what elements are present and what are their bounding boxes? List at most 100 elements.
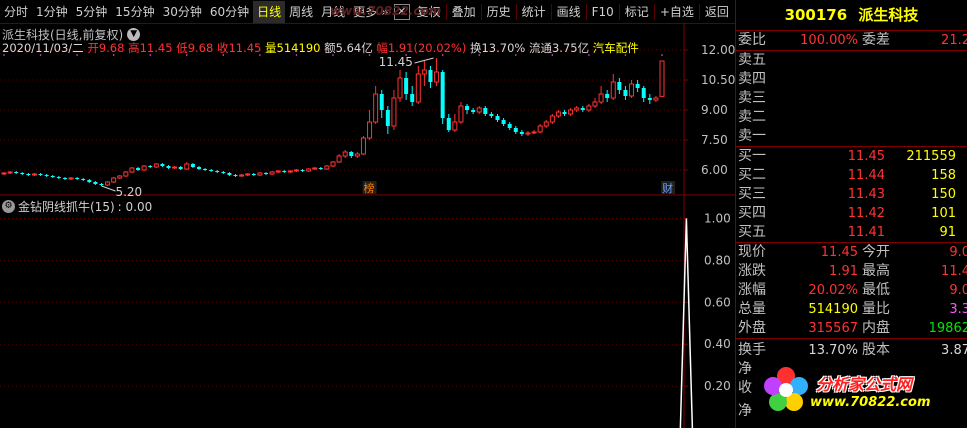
- marker-cai: 财: [662, 181, 673, 195]
- candle-body: [385, 110, 390, 126]
- candle-body: [178, 167, 183, 169]
- stat-row: 外盘 315567 内盘 19862: [736, 319, 967, 338]
- indicator-tick-label: 0.40: [704, 337, 731, 351]
- candle-body: [562, 112, 567, 114]
- candle-body: [471, 110, 476, 112]
- candle-body: [434, 71, 440, 83]
- toolbar-button-1[interactable]: 叠加: [448, 1, 480, 23]
- kline-chart[interactable]: 12.00 10.50 9.00 7.50 6.00 11.45 5.20 榜 财 1.00 0.8…: [0, 24, 735, 428]
- ohlc-info-line: 2020/11/03/二 开9.68 高11.45 低9.68 收11.45 量…: [2, 40, 639, 56]
- extra-label-3: 净: [738, 403, 752, 419]
- toolbar-watermark: www.70822.com: [330, 4, 442, 18]
- candle-body: [379, 94, 384, 110]
- candle-body: [166, 166, 171, 168]
- period-tab-4[interactable]: 30分钟: [159, 1, 206, 23]
- candle-body: [623, 90, 628, 96]
- indicator-tick-label: 0.60: [704, 295, 731, 309]
- candle-body: [141, 165, 147, 171]
- indicator-name: 金钻阴线抓牛(15): [18, 200, 115, 214]
- candle-body: [160, 164, 165, 166]
- indicator-title: ⚙ 金钻阴线抓牛(15) : 0.00: [2, 198, 152, 215]
- watermark-url: www.70822.com: [810, 395, 931, 410]
- candle-body: [62, 178, 67, 179]
- period-tab-3[interactable]: 15分钟: [111, 1, 158, 23]
- candle-body: [68, 177, 74, 180]
- buy-level-price: 11.44: [847, 168, 885, 183]
- buy-level-row[interactable]: 买五 11.41 91: [736, 223, 967, 242]
- buy-level-row[interactable]: 买四 11.42 101: [736, 204, 967, 223]
- sell-level-row[interactable]: 卖三: [736, 89, 967, 108]
- stat-row: 现价 11.45 今开 9.0: [736, 243, 967, 262]
- candle-body: [391, 97, 397, 127]
- close-label: 收: [216, 41, 229, 55]
- buy-level-vol: 91: [939, 225, 956, 240]
- period-tab-5[interactable]: 60分钟: [206, 1, 253, 23]
- toolbar-button-6[interactable]: 标记: [621, 1, 653, 23]
- candle-body: [105, 181, 111, 186]
- period-tab-6[interactable]: 日线: [253, 0, 286, 23]
- toolbar-button-2[interactable]: 历史: [483, 1, 515, 23]
- candle-body: [93, 182, 98, 184]
- buy-level-row[interactable]: 买一 11.45 211559: [736, 147, 967, 166]
- candle-body: [476, 107, 482, 113]
- sector-tag[interactable]: 汽车配件: [593, 41, 639, 55]
- stat-label-2: 最低: [862, 282, 890, 298]
- candle-body: [507, 124, 512, 128]
- toolbar-button-3[interactable]: 统计: [518, 1, 550, 23]
- candle-body: [123, 171, 129, 177]
- candle-body: [610, 81, 616, 99]
- close-value: 11.45: [228, 41, 262, 55]
- candle-body: [190, 164, 195, 167]
- stat-value-2: 9.0: [949, 245, 967, 260]
- period-tab-2[interactable]: 5分钟: [72, 1, 112, 23]
- shares-value: 3.87: [941, 343, 967, 358]
- low-annotation-label: 5.20: [115, 185, 142, 199]
- toolbar-button-7[interactable]: +自选: [656, 1, 698, 23]
- candle-body: [300, 170, 305, 171]
- period-tab-7[interactable]: 周线: [285, 1, 317, 23]
- candle-body: [282, 171, 287, 172]
- stat-value: 11.45: [820, 245, 858, 260]
- candle-body: [257, 172, 263, 176]
- period-tab-1[interactable]: 1分钟: [32, 1, 72, 23]
- sell-level-row[interactable]: 卖二: [736, 108, 967, 127]
- extra-label-2: 收: [738, 380, 752, 396]
- shares-label: 股本: [862, 342, 890, 358]
- sell-level-row[interactable]: 卖一: [736, 127, 967, 146]
- weibi-value: 100.00%: [800, 33, 858, 48]
- candle-body: [136, 168, 141, 170]
- stat-value-2: 19862: [928, 321, 967, 336]
- candle-body: [26, 174, 31, 175]
- gear-icon[interactable]: ⚙: [2, 200, 15, 213]
- stat-label-2: 量比: [862, 301, 890, 317]
- sell-level-row[interactable]: 卖五: [736, 51, 967, 70]
- buy-level-label: 买四: [738, 205, 766, 221]
- stat-value-2: 9.0: [949, 283, 967, 298]
- candle-body: [263, 173, 268, 174]
- stat-value-2: 11.4: [941, 264, 967, 279]
- marker-dot: [661, 54, 663, 56]
- candle-body: [239, 174, 245, 177]
- turnover-label: 换手: [738, 342, 766, 358]
- buy-level-vol: 101: [931, 206, 956, 221]
- toolbar-button-8[interactable]: 返回: [701, 1, 733, 23]
- buy-level-label: 买三: [738, 186, 766, 202]
- candle-body: [215, 171, 220, 172]
- amount-value: 5.64亿: [335, 41, 373, 55]
- candle-body: [531, 131, 537, 134]
- candle-body: [555, 111, 561, 117]
- buy-level-row[interactable]: 买二 11.44 158: [736, 166, 967, 185]
- toolbar-button-5[interactable]: F10: [588, 1, 618, 23]
- sell-level-row[interactable]: 卖四: [736, 70, 967, 89]
- candle-body: [287, 170, 293, 173]
- price-tick-label: 9.00: [701, 103, 728, 117]
- candle-body: [360, 137, 366, 155]
- buy-level-row[interactable]: 买三 11.43 150: [736, 185, 967, 204]
- toolbar-button-4[interactable]: 画线: [553, 1, 585, 23]
- candle-body: [641, 88, 646, 98]
- stat-label-2: 最高: [862, 263, 890, 279]
- weibi-row: 委比 100.00% 委差 21.2: [736, 31, 967, 50]
- candle-body: [452, 121, 458, 131]
- candle-body: [293, 169, 299, 172]
- period-tab-0[interactable]: 分时: [0, 1, 32, 23]
